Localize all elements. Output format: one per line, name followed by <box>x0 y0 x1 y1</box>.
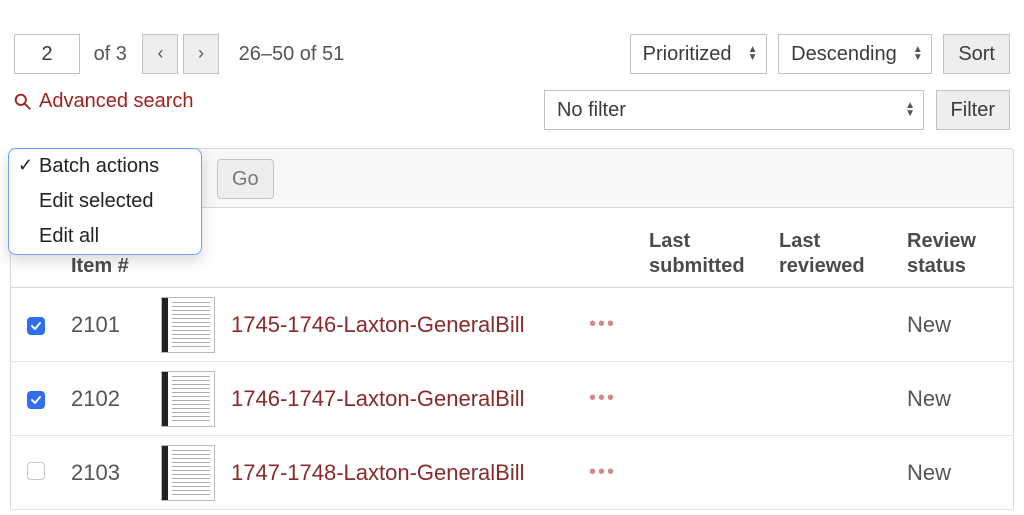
row-thumbnail[interactable] <box>161 445 215 501</box>
sort-field-select[interactable]: Prioritized ▲▼ <box>630 34 767 74</box>
advanced-search-label: Advanced search <box>39 90 194 113</box>
row-thumbnail[interactable] <box>161 371 215 427</box>
ellipsis-icon: ••• <box>589 313 616 335</box>
search-icon <box>14 93 31 110</box>
table-row: 2103 1747-1748-Laxton-GeneralBill ••• New <box>10 436 1014 510</box>
ellipsis-icon: ••• <box>589 461 616 483</box>
batch-option-batch-actions[interactable]: Batch actions <box>9 149 201 184</box>
ellipsis-icon: ••• <box>589 387 616 409</box>
row-review-status: New <box>897 386 1013 412</box>
table-row: 2101 1745-1746-Laxton-GeneralBill ••• New <box>10 288 1014 362</box>
chevron-left-icon: ‹ <box>157 43 163 63</box>
row-item-number: 2101 <box>61 312 151 338</box>
next-page-button[interactable]: › <box>183 34 219 74</box>
row-actions-menu[interactable]: ••• <box>579 387 639 410</box>
filter-button[interactable]: Filter <box>936 90 1010 130</box>
batch-option-edit-selected[interactable]: Edit selected <box>9 184 201 219</box>
header-item: Item # <box>61 254 151 279</box>
stepper-icon: ▲▼ <box>905 102 915 118</box>
filter-select[interactable]: No filter ▲▼ <box>544 90 924 130</box>
row-thumbnail[interactable] <box>161 297 215 353</box>
go-button[interactable]: Go <box>217 159 274 199</box>
sort-direction-select[interactable]: Descending ▲▼ <box>778 34 932 74</box>
sort-direction-value: Descending <box>791 43 897 65</box>
batch-actions-dropdown[interactable]: Batch actions Edit selected Edit all <box>8 148 202 255</box>
advanced-search-link[interactable]: Advanced search <box>14 90 194 113</box>
row-title-link[interactable]: 1745-1746-Laxton-GeneralBill <box>231 312 525 337</box>
row-actions-menu[interactable]: ••• <box>579 313 639 336</box>
row-checkbox[interactable] <box>27 391 45 409</box>
sort-button[interactable]: Sort <box>943 34 1010 74</box>
header-review-status: Review status <box>897 229 1013 279</box>
header-last-reviewed: Last reviewed <box>769 229 897 279</box>
batch-option-edit-all[interactable]: Edit all <box>9 219 201 254</box>
stepper-icon: ▲▼ <box>913 46 923 62</box>
stepper-icon: ▲▼ <box>748 46 758 62</box>
row-review-status: New <box>897 460 1013 486</box>
page-range-label: 26–50 of 51 <box>239 43 345 66</box>
row-title-link[interactable]: 1747-1748-Laxton-GeneralBill <box>231 460 525 485</box>
chevron-right-icon: › <box>198 43 204 63</box>
row-review-status: New <box>897 312 1013 338</box>
row-actions-menu[interactable]: ••• <box>579 461 639 484</box>
row-checkbox[interactable] <box>27 317 45 335</box>
header-last-submitted: Last submitted <box>639 229 769 279</box>
row-title-link[interactable]: 1746-1747-Laxton-GeneralBill <box>231 386 525 411</box>
filter-select-value: No filter <box>557 99 626 121</box>
page-number-input[interactable]: 2 <box>14 34 80 74</box>
prev-page-button[interactable]: ‹ <box>142 34 178 74</box>
row-item-number: 2103 <box>61 460 151 486</box>
row-item-number: 2102 <box>61 386 151 412</box>
table-row: 2102 1746-1747-Laxton-GeneralBill ••• New <box>10 362 1014 436</box>
row-checkbox[interactable] <box>27 462 45 480</box>
page-of-label: of 3 <box>94 43 127 66</box>
sort-field-value: Prioritized <box>643 43 732 65</box>
